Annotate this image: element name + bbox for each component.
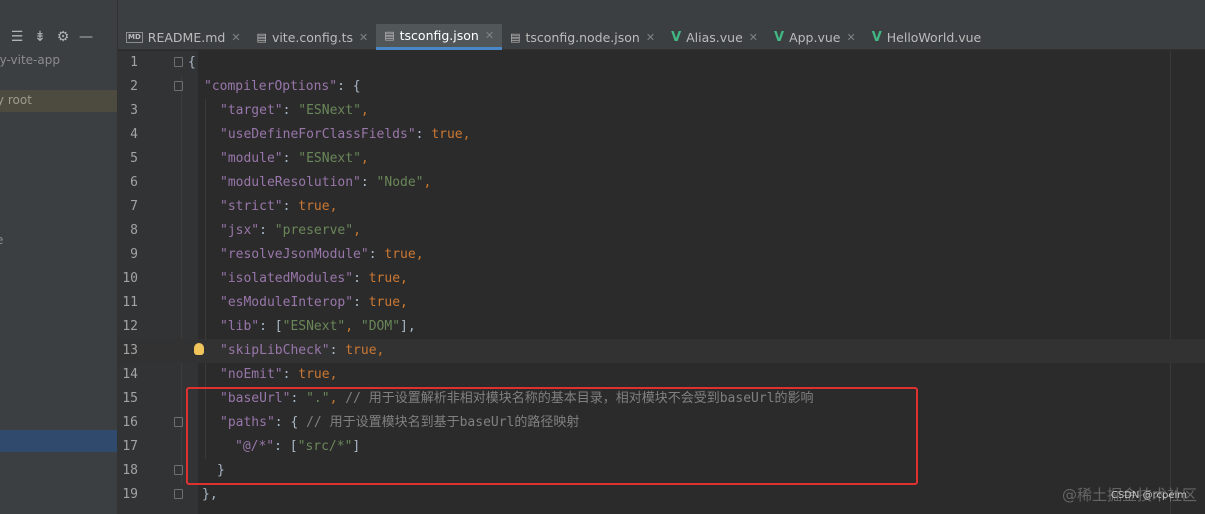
line-number: 13: [122, 343, 138, 358]
annotation-highlight-box: [186, 387, 918, 485]
collapse-all-icon[interactable]: ⇟: [33, 29, 47, 45]
tab-label: HelloWorld.vue: [886, 29, 982, 45]
sidebar-root-item[interactable]: ry root: [0, 90, 117, 112]
code-line[interactable]: 8 "jsx": "preserve",: [118, 219, 1205, 243]
line-number: 9: [130, 247, 138, 262]
code-line[interactable]: 10 "isolatedModules": true,: [118, 267, 1205, 291]
editor-tabs: MD README.md ✕ ▤ vite.config.ts ✕ ▤ tsco…: [118, 24, 1205, 50]
watermark-author: CSDN @rcpeim: [1110, 490, 1187, 501]
sidebar-selected-item[interactable]: [0, 430, 117, 452]
tab-label: tsconfig.json: [399, 28, 479, 43]
line-number: 19: [122, 487, 138, 502]
line-number: 18: [122, 463, 138, 478]
code-text: "noEmit": true,: [220, 367, 338, 382]
sidebar-item-label[interactable]: e: [0, 233, 3, 247]
line-number: 1: [130, 55, 138, 70]
line-number: 2: [130, 79, 138, 94]
close-icon[interactable]: ✕: [646, 31, 655, 44]
json-file-icon: ▤: [384, 29, 395, 42]
fold-icon[interactable]: [174, 417, 183, 427]
code-line[interactable]: 12 "lib": ["ESNext", "DOM"],: [118, 315, 1205, 339]
tab-helloworld-vue[interactable]: V HelloWorld.vue: [864, 24, 990, 50]
close-icon[interactable]: ✕: [846, 31, 855, 44]
code-text: "jsx": "preserve",: [220, 223, 361, 238]
expand-all-icon[interactable]: ☰: [10, 29, 24, 45]
code-line[interactable]: 1 {: [118, 51, 1205, 75]
line-number: 12: [122, 319, 138, 334]
close-icon[interactable]: ✕: [485, 29, 494, 42]
code-line[interactable]: 14 "noEmit": true,: [118, 363, 1205, 387]
lightbulb-icon[interactable]: [194, 343, 204, 355]
tab-vite-config[interactable]: ▤ vite.config.ts ✕: [249, 24, 377, 50]
code-line[interactable]: 5 "module": "ESNext",: [118, 147, 1205, 171]
tab-alias-vue[interactable]: V Alias.vue ✕: [663, 24, 766, 50]
code-line[interactable]: 2 "compilerOptions": {: [118, 75, 1205, 99]
code-text: "skipLibCheck": true,: [220, 343, 385, 358]
line-number: 8: [130, 223, 138, 238]
line-number: 3: [130, 103, 138, 118]
code-line[interactable]: 11 "esModuleInterop": true,: [118, 291, 1205, 315]
sidebar-toolbar: ☰ ⇟ ⚙ —: [0, 24, 117, 50]
code-text: "moduleResolution": "Node",: [220, 175, 432, 190]
code-text: "target": "ESNext",: [220, 103, 369, 118]
fold-icon[interactable]: [174, 489, 183, 499]
vue-file-icon: V: [871, 29, 882, 45]
line-number: 7: [130, 199, 138, 214]
code-text: "module": "ESNext",: [220, 151, 369, 166]
line-number: 5: [130, 151, 138, 166]
line-number: 4: [130, 127, 138, 142]
line-number: 6: [130, 175, 138, 190]
code-line[interactable]: 19 },: [118, 483, 1205, 507]
code-line[interactable]: 3 "target": "ESNext",: [118, 99, 1205, 123]
code-text: "isolatedModules": true,: [220, 271, 408, 286]
fold-icon[interactable]: [174, 57, 183, 67]
markdown-file-icon: MD: [126, 31, 143, 43]
tab-label: README.md: [147, 29, 226, 45]
code-text: "lib": ["ESNext", "DOM"],: [220, 319, 416, 334]
sidebar-root-label: ry root: [0, 93, 32, 107]
tab-label: Alias.vue: [686, 29, 743, 45]
tab-app-vue[interactable]: V App.vue ✕: [766, 24, 864, 50]
line-number: 11: [122, 295, 138, 310]
code-text: {: [188, 55, 196, 70]
code-text: "compilerOptions": {: [204, 79, 361, 94]
close-icon[interactable]: ✕: [359, 31, 368, 44]
line-number: 17: [122, 439, 138, 454]
close-icon[interactable]: ✕: [749, 31, 758, 44]
line-number: 15: [122, 391, 138, 406]
gear-icon[interactable]: ⚙: [56, 29, 70, 45]
fold-icon[interactable]: [174, 81, 183, 91]
vue-file-icon: V: [774, 29, 785, 45]
tab-label: tsconfig.node.json: [525, 29, 640, 45]
code-text: "esModuleInterop": true,: [220, 295, 408, 310]
code-line[interactable]: 9 "resolveJsonModule": true,: [118, 243, 1205, 267]
code-line[interactable]: 6 "moduleResolution": "Node",: [118, 171, 1205, 195]
code-text: "resolveJsonModule": true,: [220, 247, 424, 262]
tab-tsconfig-node[interactable]: ▤ tsconfig.node.json ✕: [502, 24, 663, 50]
close-icon[interactable]: ✕: [231, 31, 240, 44]
tab-tsconfig[interactable]: ▤ tsconfig.json ✕: [376, 24, 503, 50]
line-number: 14: [122, 367, 138, 382]
vue-file-icon: V: [671, 29, 682, 45]
fold-icon[interactable]: [174, 465, 183, 475]
code-text: "strict": true,: [220, 199, 338, 214]
code-line[interactable]: 4 "useDefineForClassFields": true,: [118, 123, 1205, 147]
line-number: 16: [122, 415, 138, 430]
window-top-strip: [0, 0, 1205, 24]
code-line[interactable]: 7 "strict": true,: [118, 195, 1205, 219]
project-name[interactable]: ny-vite-app: [0, 53, 60, 67]
code-text: "useDefineForClassFields": true,: [220, 127, 471, 142]
tab-label: vite.config.ts: [271, 29, 354, 45]
json-file-icon: ▤: [510, 30, 521, 44]
project-sidebar: ☰ ⇟ ⚙ — ny-vite-app ry root e: [0, 0, 118, 514]
typescript-file-icon: ▤: [256, 30, 267, 44]
hide-icon[interactable]: —: [79, 29, 93, 45]
line-number: 10: [122, 271, 138, 286]
tab-label: App.vue: [789, 29, 841, 45]
code-text: },: [202, 487, 218, 502]
tab-readme[interactable]: MD README.md ✕: [118, 24, 249, 50]
code-line-current[interactable]: 13 "skipLibCheck": true,: [118, 339, 1205, 363]
